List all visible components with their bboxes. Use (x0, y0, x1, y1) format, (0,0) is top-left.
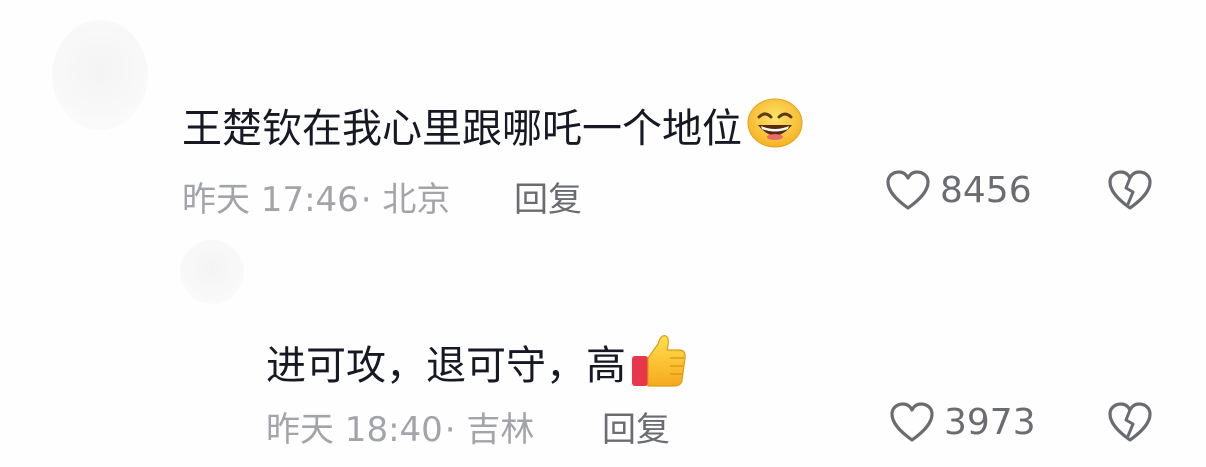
like-button[interactable]: 8456 (884, 168, 1032, 212)
comment-2-text-row: 进可攻，退可守，高 (266, 330, 688, 401)
avatar[interactable] (52, 20, 148, 130)
dislike-button[interactable] (1106, 168, 1154, 216)
comment-1-text-row: 王楚钦在我心里跟哪吒一个地位 (182, 98, 804, 159)
comment-time: 昨天 17:46 (182, 180, 359, 220)
comment-list: 王楚钦在我心里跟哪吒一个地位 昨天 17:46 · 北京 回复 8456 进可攻… (0, 0, 1206, 467)
comment-text: 王楚钦在我心里跟哪吒一个地位 (182, 105, 742, 152)
broken-heart-icon (1108, 402, 1152, 442)
heart-icon (890, 402, 934, 442)
heart-icon (886, 170, 930, 210)
comment-time: 昨天 18:40 (266, 410, 443, 450)
comment-location: · 吉林 (444, 410, 535, 450)
like-button[interactable]: 3973 (888, 400, 1036, 444)
like-count: 8456 (940, 169, 1032, 211)
reply-button[interactable]: 回复 (602, 402, 670, 451)
comment-location: · 北京 (360, 180, 451, 220)
comment-text: 进可攻，退可守，高 (266, 342, 626, 389)
dislike-button[interactable] (1106, 400, 1154, 448)
like-count: 3973 (944, 401, 1036, 443)
grinning-face-emoji-icon (746, 98, 804, 159)
broken-heart-icon (1108, 170, 1152, 210)
comment-2-meta: 昨天 18:40 · 吉林 (266, 402, 534, 451)
avatar[interactable] (180, 240, 244, 304)
thumbs-up-emoji-icon (630, 330, 688, 401)
reply-button[interactable]: 回复 (514, 172, 582, 221)
comment-1-meta: 昨天 17:46 · 北京 (182, 172, 450, 221)
